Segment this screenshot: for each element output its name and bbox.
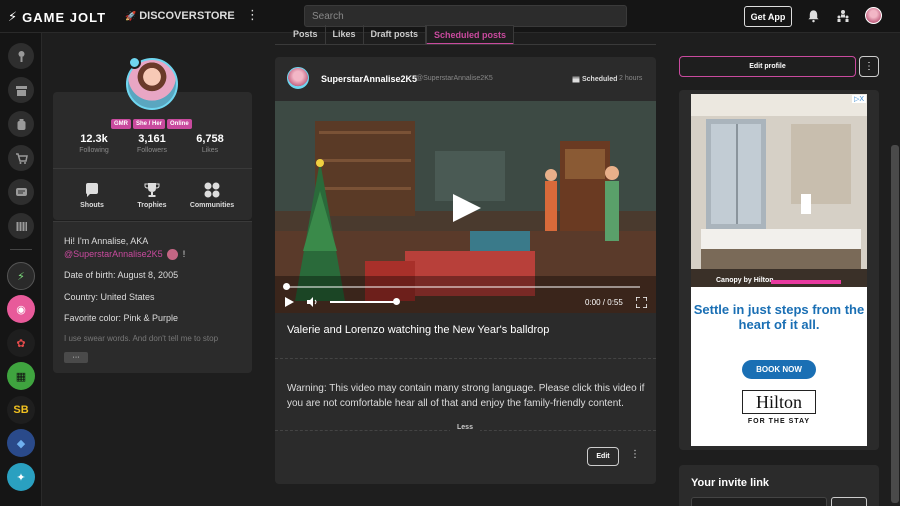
logo-text: GAME JOLT bbox=[22, 9, 107, 25]
tab-scheduled-posts[interactable]: Scheduled posts bbox=[426, 25, 515, 45]
ad-pink-stripe bbox=[771, 280, 841, 284]
sidebar-divider bbox=[10, 249, 32, 250]
sidebar-community-gamejolt-icon[interactable]: ⚡ bbox=[7, 262, 35, 290]
edit-post-button[interactable]: Edit bbox=[587, 447, 619, 466]
sidebar-community-creeper-icon[interactable]: ▦ bbox=[7, 362, 35, 390]
hilton-logo: Hilton bbox=[742, 390, 816, 414]
stat-likes[interactable]: 6,758 Likes bbox=[180, 133, 240, 154]
feed-tabs: Posts Likes Draft posts Scheduled posts bbox=[286, 25, 515, 45]
ad-headline: Settle in just steps from the heart of i… bbox=[693, 302, 865, 332]
left-sidebar: ⚡ ◉ ✿ ▦ SB ◆ ✦ bbox=[0, 33, 42, 506]
bio-faded-text: I use swear words. And don't tell me to … bbox=[64, 334, 219, 343]
video-progress-handle[interactable] bbox=[283, 283, 290, 290]
sidebar-backpack-icon[interactable] bbox=[8, 111, 34, 137]
invite-copy-button[interactable] bbox=[831, 497, 867, 506]
bio-intro: Hi! I'm Annalise, AKA bbox=[64, 236, 149, 246]
sidebar-community-pink-icon[interactable]: ◉ bbox=[7, 295, 35, 323]
sidebar-community-sb-icon[interactable]: SB bbox=[7, 396, 35, 424]
friends-icon[interactable] bbox=[836, 9, 850, 23]
stat-followers[interactable]: 3,161 Followers bbox=[122, 133, 182, 154]
volume-icon[interactable] bbox=[307, 297, 318, 307]
post-divider bbox=[275, 358, 656, 359]
gamejolt-logo[interactable]: ⚡ GAME JOLT bbox=[8, 9, 106, 25]
ad-tagline: FOR THE STAY bbox=[747, 418, 811, 425]
post-author-avatar[interactable] bbox=[287, 67, 309, 89]
tag-online-status: Online bbox=[167, 119, 192, 129]
bio-expand-button[interactable]: ··· bbox=[64, 352, 88, 363]
sidebar-community-character-icon[interactable]: ✿ bbox=[7, 329, 35, 357]
post-time: 2 hours bbox=[619, 75, 643, 82]
book-now-button[interactable]: BOOK NOW bbox=[742, 360, 816, 379]
invite-title: Your invite link bbox=[691, 477, 770, 489]
show-less-button[interactable]: Less bbox=[450, 424, 480, 431]
nav-discover[interactable]: 🚀 DISCOVER bbox=[125, 10, 197, 22]
profile-tags: GMR She / Her Online bbox=[111, 119, 192, 129]
post-scheduled-badge: Scheduled bbox=[572, 75, 617, 83]
sidebar-community-blue-icon[interactable]: ✦ bbox=[7, 463, 35, 491]
scrollbar-thumb[interactable] bbox=[891, 145, 899, 503]
nav-store[interactable]: STORE bbox=[197, 10, 235, 22]
bio-dob: Date of birth: August 8, 2005 bbox=[64, 270, 179, 280]
get-app-button[interactable]: Get App bbox=[744, 6, 792, 27]
quick-link-shouts[interactable]: Shouts bbox=[62, 181, 122, 209]
post-more-icon[interactable]: ⋮ bbox=[630, 449, 640, 460]
sidebar-community-sonic-icon[interactable]: ◆ bbox=[7, 429, 35, 457]
quick-link-communities[interactable]: Communities bbox=[182, 181, 242, 209]
post-username[interactable]: SuperstarAnnalise2K5 bbox=[321, 74, 417, 84]
play-icon[interactable] bbox=[284, 297, 294, 307]
advertisement[interactable]: ▷X Canopy by Hilton Settle in just steps… bbox=[691, 94, 867, 446]
tabs-underline bbox=[275, 44, 656, 45]
post-body: Warning: This video may contain many str… bbox=[287, 383, 645, 409]
calendar-icon bbox=[572, 76, 580, 83]
post-card: SuperstarAnnalise2K5 @SuperstarAnnalise2… bbox=[275, 57, 656, 484]
profile-divider bbox=[53, 168, 252, 169]
video-time: 0:00 / 0:55 bbox=[585, 298, 623, 307]
lightning-bolt-icon: ⚡ bbox=[8, 9, 19, 24]
invite-link-field[interactable] bbox=[691, 497, 827, 506]
tag-gmr: GMR bbox=[111, 119, 131, 129]
user-avatar[interactable] bbox=[865, 7, 882, 24]
avatar-frame-badge-icon bbox=[128, 56, 141, 69]
profile-more-button[interactable]: ⋮ bbox=[859, 56, 879, 77]
tag-pronouns: She / Her bbox=[133, 119, 166, 129]
tab-likes[interactable]: Likes bbox=[326, 25, 364, 45]
grid-icon bbox=[204, 182, 220, 198]
bio-card: Hi! I'm Annalise, AKA @SuperstarAnnalise… bbox=[53, 221, 252, 373]
ad-hotel-photo: ▷X Canopy by Hilton bbox=[691, 94, 867, 287]
fullscreen-icon[interactable] bbox=[636, 297, 647, 308]
trophy-icon bbox=[144, 183, 160, 197]
volume-slider-track[interactable] bbox=[330, 301, 396, 303]
bell-icon[interactable] bbox=[807, 9, 820, 23]
sidebar-shop-cart-icon[interactable] bbox=[8, 145, 34, 171]
edit-profile-button[interactable]: Edit profile bbox=[679, 56, 856, 77]
nav-more-icon[interactable]: ⋮ bbox=[246, 7, 259, 23]
bio-mention-line: @SuperstarAnnalise2K5 ! bbox=[64, 249, 186, 261]
chat-bubble-icon bbox=[86, 183, 98, 197]
bio-country: Country: United States bbox=[64, 292, 155, 302]
stat-following[interactable]: 12.3k Following bbox=[64, 133, 124, 154]
rocket-icon: 🚀 bbox=[125, 10, 137, 21]
tab-draft-posts[interactable]: Draft posts bbox=[364, 25, 427, 45]
tab-posts[interactable]: Posts bbox=[286, 25, 326, 45]
bio-mention-link[interactable]: @SuperstarAnnalise2K5 bbox=[64, 249, 163, 259]
video-player[interactable]: 0:00 / 0:55 bbox=[275, 101, 656, 313]
volume-slider-handle[interactable] bbox=[393, 298, 400, 305]
sidebar-library-icon[interactable] bbox=[8, 213, 34, 239]
video-progress-bar[interactable] bbox=[285, 286, 640, 288]
sidebar-discover-icon[interactable] bbox=[8, 43, 34, 69]
play-overlay-icon[interactable] bbox=[443, 193, 485, 223]
ad-choices-icon[interactable]: ▷X bbox=[851, 95, 866, 103]
ad-caption: Canopy by Hilton bbox=[716, 277, 774, 284]
post-handle: @SuperstarAnnalise2K5 bbox=[416, 75, 493, 82]
bio-favorite-color: Favorite color: Pink & Purple bbox=[64, 313, 179, 323]
hotel-room-image bbox=[691, 94, 867, 287]
sidebar-chat-icon[interactable] bbox=[8, 179, 34, 205]
sidebar-store-icon[interactable] bbox=[8, 77, 34, 103]
mention-avatar-icon bbox=[167, 249, 179, 261]
quick-link-trophies[interactable]: Trophies bbox=[122, 181, 182, 209]
post-title: Valerie and Lorenzo watching the New Yea… bbox=[287, 324, 550, 336]
search-input[interactable] bbox=[304, 5, 627, 27]
